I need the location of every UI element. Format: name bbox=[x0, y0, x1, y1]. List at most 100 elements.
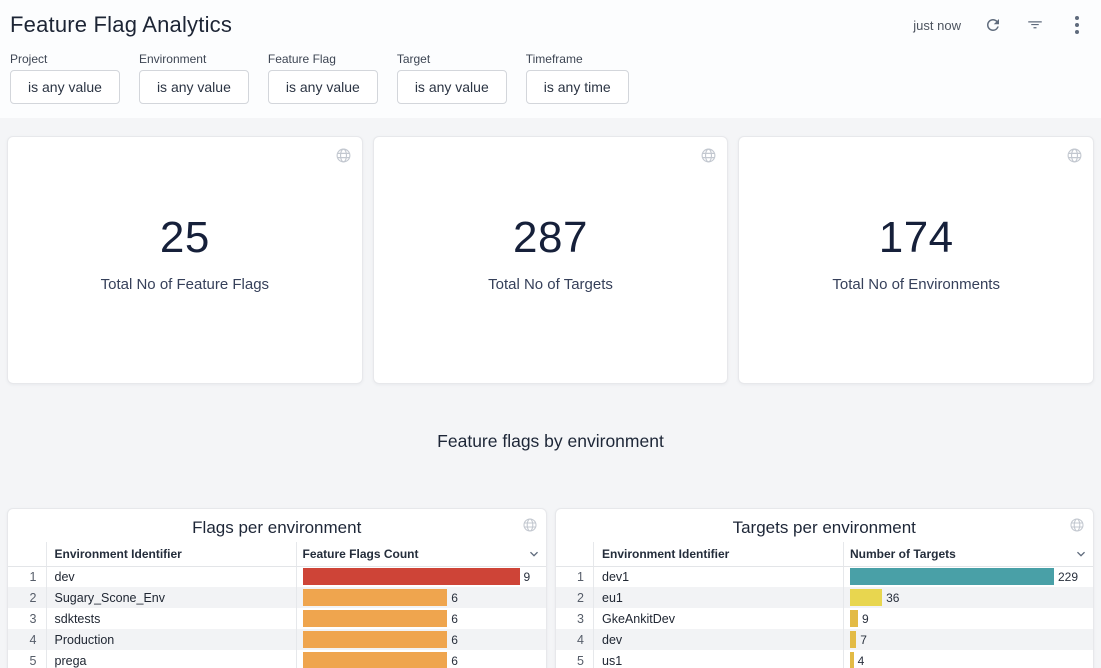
value-bar bbox=[850, 652, 854, 668]
row-number-cell: 3 bbox=[8, 608, 46, 629]
targets-per-environment-card: Targets per environment Environment Iden… bbox=[555, 508, 1095, 668]
bar-cell: 36 bbox=[844, 587, 1094, 608]
table-row: 1dev1229 bbox=[556, 566, 1094, 587]
filter-environment-value-button[interactable]: is any value bbox=[139, 70, 249, 104]
identifier-cell: dev1 bbox=[594, 566, 844, 587]
value-bar bbox=[303, 568, 520, 585]
bar-value-label: 9 bbox=[524, 570, 531, 584]
bar-cell: 9 bbox=[296, 566, 546, 587]
column-header-environment-identifier[interactable]: Environment Identifier bbox=[46, 542, 296, 566]
kpi-label: Total No of Targets bbox=[488, 276, 613, 293]
row-number-cell: 4 bbox=[8, 629, 46, 650]
row-number-cell: 5 bbox=[556, 650, 594, 668]
filter-timeframe: Timeframe is any time bbox=[526, 52, 629, 104]
identifier-cell: GkeAnkitDev bbox=[594, 608, 844, 629]
table-row: 4dev 7 bbox=[556, 629, 1094, 650]
page-title: Feature Flag Analytics bbox=[10, 12, 232, 38]
filter-target: Target is any value bbox=[397, 52, 507, 104]
value-bar bbox=[303, 610, 448, 627]
chevron-down-icon bbox=[1073, 546, 1089, 562]
bar-value-label: 6 bbox=[451, 612, 458, 626]
kpi-value: 25 bbox=[160, 213, 210, 263]
column-header-number-of-targets[interactable]: Number of Targets bbox=[844, 542, 1094, 566]
kebab-menu-icon[interactable] bbox=[1067, 15, 1087, 35]
table-row: 3sdktests 6 bbox=[8, 608, 546, 629]
dashboard-header: Feature Flag Analytics just now Project … bbox=[0, 0, 1101, 118]
flags-per-environment-card: Flags per environment Environment Identi… bbox=[7, 508, 547, 668]
identifier-cell: Production bbox=[46, 629, 296, 650]
value-bar bbox=[303, 589, 448, 606]
row-number-header bbox=[556, 542, 594, 566]
filter-timeframe-value-button[interactable]: is any time bbox=[526, 70, 629, 104]
filter-target-value-button[interactable]: is any value bbox=[397, 70, 507, 104]
table-row: 3GkeAnkitDev 9 bbox=[556, 608, 1094, 629]
value-bar bbox=[303, 652, 448, 668]
bar-cell: 6 bbox=[296, 608, 546, 629]
value-bar bbox=[850, 631, 856, 648]
bar-cell: 4 bbox=[844, 650, 1094, 668]
bar-value-label: 6 bbox=[451, 633, 458, 647]
identifier-cell: sdktests bbox=[46, 608, 296, 629]
bar-value-label: 6 bbox=[451, 591, 458, 605]
bar-value-label: 7 bbox=[860, 633, 867, 647]
filter-feature-flag: Feature Flag is any value bbox=[268, 52, 378, 104]
last-updated-text: just now bbox=[913, 18, 961, 33]
row-number-cell: 1 bbox=[8, 566, 46, 587]
filter-label: Feature Flag bbox=[268, 52, 378, 66]
value-bar bbox=[850, 568, 1054, 585]
column-header-environment-identifier[interactable]: Environment Identifier bbox=[594, 542, 844, 566]
filter-feature-flag-value-button[interactable]: is any value bbox=[268, 70, 378, 104]
table-row: 5us1 4 bbox=[556, 650, 1094, 668]
bar-cell: 229 bbox=[844, 566, 1094, 587]
kpi-card-targets: 287 Total No of Targets bbox=[373, 136, 729, 384]
bar-value-label: 36 bbox=[886, 591, 899, 605]
value-bar bbox=[850, 610, 858, 627]
value-bar bbox=[850, 589, 882, 606]
row-number-cell: 2 bbox=[8, 587, 46, 608]
identifier-cell: dev bbox=[594, 629, 844, 650]
filter-environment: Environment is any value bbox=[139, 52, 249, 104]
refresh-icon[interactable] bbox=[983, 15, 1003, 35]
bar-cell: 7 bbox=[844, 629, 1094, 650]
bar-cell: 9 bbox=[844, 608, 1094, 629]
identifier-cell: Sugary_Scone_Env bbox=[46, 587, 296, 608]
table-row: 5prega6 bbox=[8, 650, 546, 668]
table-row: 4Production 6 bbox=[8, 629, 546, 650]
kpi-card-feature-flags: 25 Total No of Feature Flags bbox=[7, 136, 363, 384]
row-number-cell: 1 bbox=[556, 566, 594, 587]
row-number-cell: 2 bbox=[556, 587, 594, 608]
row-number-cell: 4 bbox=[556, 629, 594, 650]
identifier-cell: eu1 bbox=[594, 587, 844, 608]
filter-label: Environment bbox=[139, 52, 249, 66]
row-number-header bbox=[8, 542, 46, 566]
filter-label: Project bbox=[10, 52, 120, 66]
bar-cell: 6 bbox=[296, 587, 546, 608]
bar-cell: 6 bbox=[296, 650, 546, 668]
table-title: Targets per environment bbox=[564, 518, 1086, 538]
bar-value-label: 6 bbox=[451, 654, 458, 668]
table-row: 1dev9 bbox=[8, 566, 546, 587]
table-row: 2Sugary_Scone_Env 6 bbox=[8, 587, 546, 608]
value-bar bbox=[303, 631, 448, 648]
globe-icon[interactable] bbox=[1066, 147, 1083, 169]
row-number-cell: 3 bbox=[556, 608, 594, 629]
table-row: 2eu1 36 bbox=[556, 587, 1094, 608]
filter-project: Project is any value bbox=[10, 52, 120, 104]
column-header-feature-flags-count[interactable]: Feature Flags Count bbox=[296, 542, 546, 566]
chevron-down-icon bbox=[526, 546, 542, 562]
filter-project-value-button[interactable]: is any value bbox=[10, 70, 120, 104]
filter-label: Target bbox=[397, 52, 507, 66]
kpi-card-environments: 174 Total No of Environments bbox=[738, 136, 1094, 384]
kpi-row: 25 Total No of Feature Flags 287 Total N… bbox=[7, 136, 1094, 384]
kpi-label: Total No of Environments bbox=[832, 276, 1000, 293]
filter-list-icon[interactable] bbox=[1025, 15, 1045, 35]
bar-value-label: 4 bbox=[858, 654, 865, 668]
bar-value-label: 9 bbox=[862, 612, 869, 626]
section-title: Feature flags by environment bbox=[7, 431, 1094, 453]
globe-icon[interactable] bbox=[1069, 517, 1085, 538]
globe-icon[interactable] bbox=[335, 147, 352, 169]
globe-icon[interactable] bbox=[700, 147, 717, 169]
dashboard-body: 25 Total No of Feature Flags 287 Total N… bbox=[0, 118, 1101, 668]
globe-icon[interactable] bbox=[522, 517, 538, 538]
identifier-cell: us1 bbox=[594, 650, 844, 668]
